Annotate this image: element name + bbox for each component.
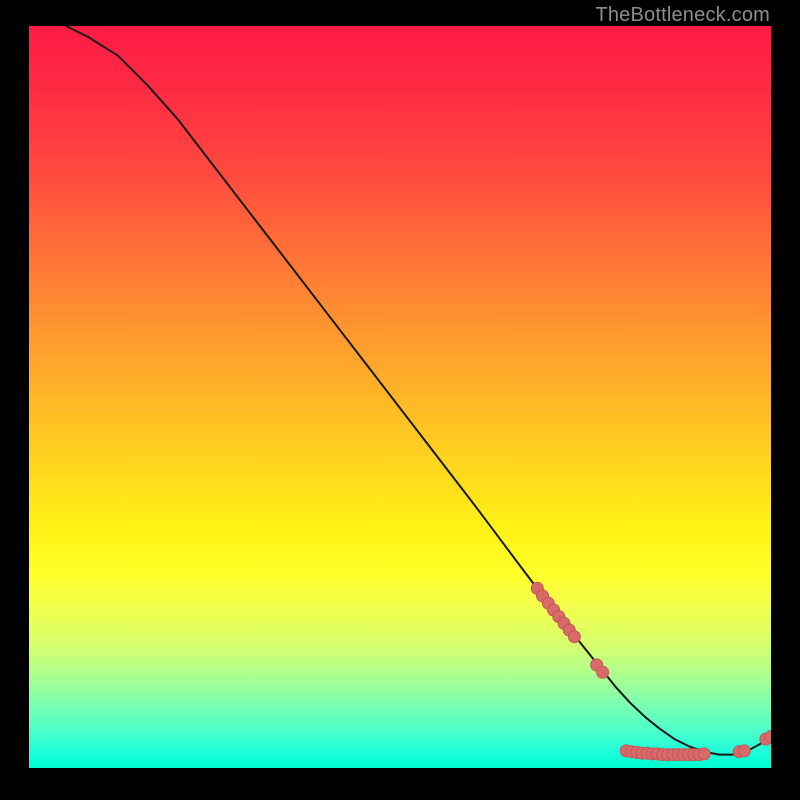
- chart-plot: [29, 26, 771, 768]
- data-point: [738, 745, 750, 757]
- data-point: [597, 666, 609, 678]
- bottleneck-curve: [66, 26, 771, 755]
- data-markers: [531, 582, 771, 760]
- watermark-text: TheBottleneck.com: [595, 4, 770, 27]
- data-point: [698, 748, 710, 760]
- data-point: [568, 631, 580, 643]
- chart-area: [29, 26, 771, 768]
